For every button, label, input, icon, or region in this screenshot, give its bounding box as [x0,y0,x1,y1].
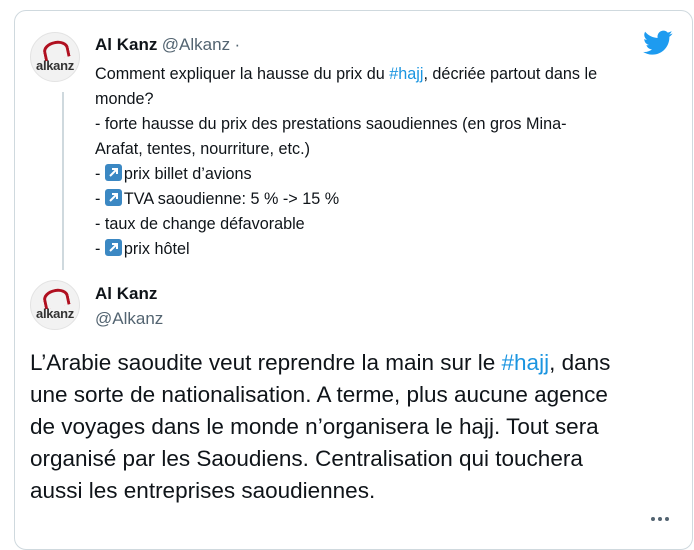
text-line: - forte hausse du prix des prestations s… [95,115,567,133]
avatar[interactable]: alkanz [30,32,80,82]
text-line: organisé par les Saoudiens. Centralisati… [30,446,583,471]
avatar[interactable]: alkanz [30,280,80,330]
author-handle[interactable]: @Alkanz [162,35,230,54]
text-line: Arafat, tentes, nourriture, etc.) [95,140,311,158]
author-name-block: Al Kanz [95,284,157,304]
up-right-arrow-icon [104,239,122,256]
text-line: Comment expliquer la hausse du prix du #… [95,65,598,83]
text-line: de voyages dans le monde n’organisera le… [30,414,599,439]
text-line: L’Arabie saoudite veut reprendre la main… [30,350,611,375]
text-line: monde? [95,90,154,108]
hashtag-link[interactable]: #hajj [502,350,550,375]
tweet1-header: Al Kanz @Alkanz · [95,35,240,55]
tweet1-text: Comment expliquer la hausse du prix du #… [95,62,670,262]
avatar-logo-text: alkanz [36,58,74,73]
list-item: - prix billet d’avions [95,164,252,183]
separator: · [234,35,241,54]
author-handle[interactable]: @Alkanz [95,309,163,328]
author-name[interactable]: Al Kanz [95,284,157,303]
list-item: - TVA saoudienne: 5 % -> 15 % [95,189,340,208]
more-dots-icon[interactable] [648,510,672,522]
avatar-logo-text: alkanz [36,306,74,321]
list-item: - prix hôtel [95,239,190,258]
twitter-bird-icon[interactable] [643,30,673,56]
up-right-arrow-icon [104,189,122,206]
list-item: - taux de change défavorable [95,215,305,233]
text-line: aussi les entreprises saoudiennes. [30,478,376,503]
up-right-arrow-icon [104,164,122,181]
author-handle-block: @Alkanz [95,309,163,329]
text-line: une sorte de nationalisation. A terme, p… [30,382,608,407]
thread-connector [62,92,64,270]
hashtag-link[interactable]: #hajj [389,65,423,83]
author-name[interactable]: Al Kanz [95,35,157,54]
tweet2-text: L’Arabie saoudite veut reprendre la main… [30,347,680,507]
